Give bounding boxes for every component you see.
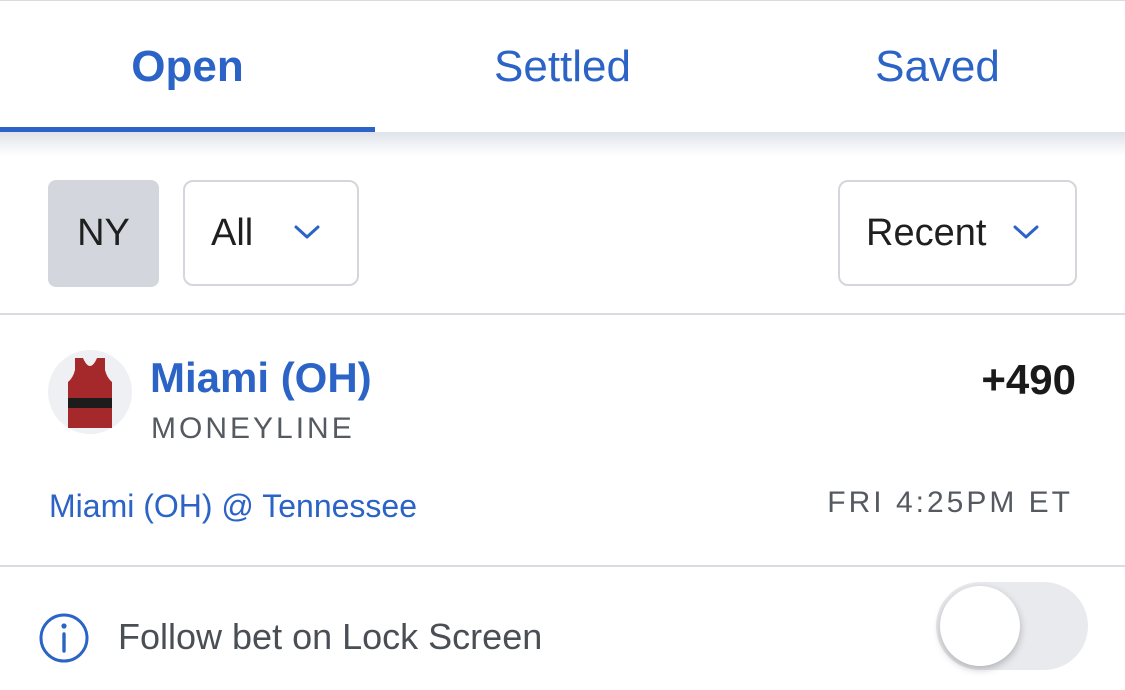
chevron-down-icon: [1013, 225, 1039, 239]
odds-value: +490: [981, 356, 1076, 403]
bet-filter-value: All: [211, 211, 254, 254]
bet-filter-dropdown[interactable]: All: [183, 180, 359, 286]
game-time: FRI 4:25PM ET: [827, 486, 1073, 519]
sort-dropdown[interactable]: Recent: [838, 180, 1077, 286]
follow-bet-row: Follow bet on Lock Screen: [0, 568, 1125, 690]
bet-card[interactable]: Miami (OH) MONEYLINE +490 Miami (OH) @ T…: [0, 316, 1125, 566]
follow-bet-label: Follow bet on Lock Screen: [118, 616, 543, 657]
jersey-icon: [68, 358, 112, 428]
matchup-link[interactable]: Miami (OH) @ Tennessee: [49, 488, 417, 525]
chevron-down-icon: [294, 225, 320, 239]
info-icon[interactable]: [38, 612, 90, 664]
sort-value: Recent: [866, 211, 987, 254]
divider: [0, 565, 1125, 567]
team-name[interactable]: Miami (OH): [150, 354, 372, 402]
tab-settled[interactable]: Settled: [375, 1, 750, 133]
filter-bar: NY All Recent: [0, 156, 1125, 314]
state-chip[interactable]: NY: [48, 180, 159, 287]
team-avatar: [48, 350, 132, 434]
bet-status-tabs: Open Settled Saved: [0, 0, 1125, 133]
divider: [0, 313, 1125, 315]
tab-saved[interactable]: Saved: [750, 1, 1125, 133]
tabs-shadow: [0, 132, 1125, 156]
follow-bet-toggle[interactable]: [936, 582, 1088, 670]
market-type: MONEYLINE: [151, 412, 355, 445]
tab-open[interactable]: Open: [0, 1, 375, 133]
toggle-knob: [940, 586, 1020, 666]
